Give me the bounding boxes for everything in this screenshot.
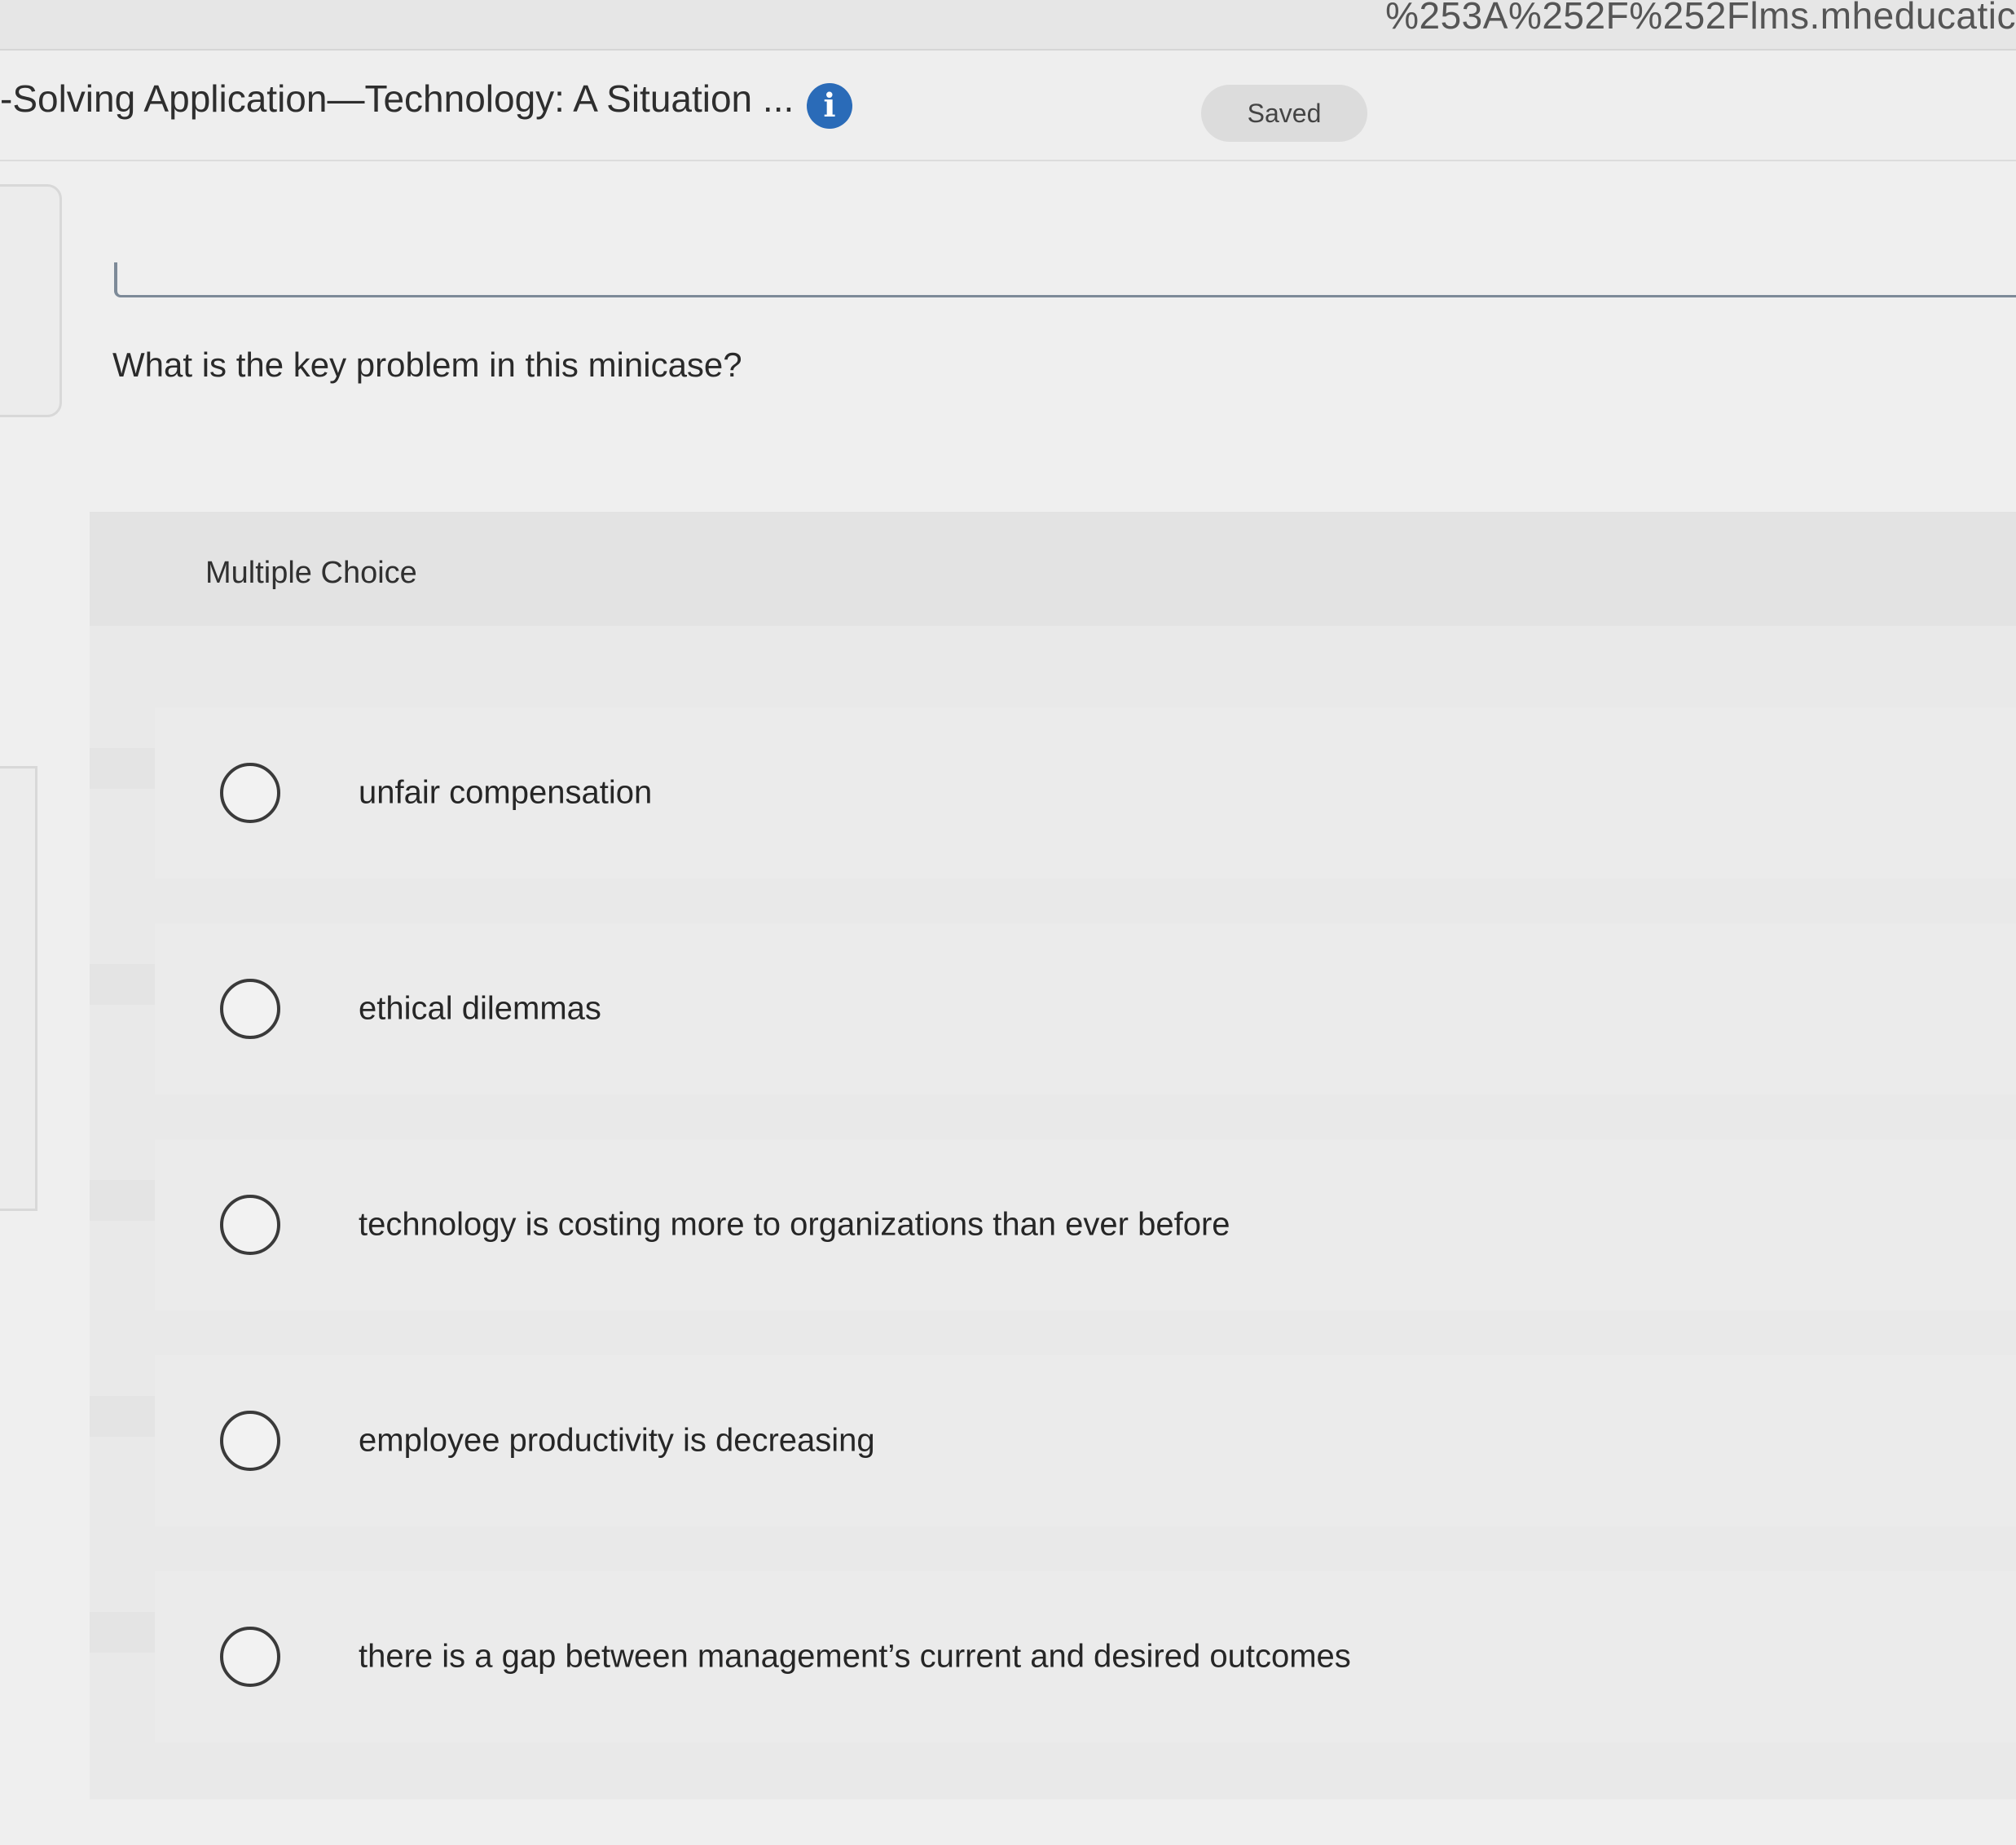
choice-option-label: unfair compensation xyxy=(359,774,653,811)
info-icon[interactable]: i xyxy=(807,83,852,129)
question-divider xyxy=(114,262,2016,297)
choice-option-5[interactable]: there is a gap between management’s curr… xyxy=(155,1571,2016,1742)
multiple-choice-header: Multiple Choice xyxy=(90,512,2016,626)
choice-option-label: there is a gap between management’s curr… xyxy=(359,1638,1351,1675)
choice-option-label: employee productivity is decreasing xyxy=(359,1422,875,1459)
assignment-header: -Solving Application—Technology: A Situa… xyxy=(0,51,2016,161)
left-panel-edge-lower xyxy=(0,766,37,1211)
url-text: %253A%252F%252Flms.mheducatic xyxy=(1385,0,2016,37)
choice-option-2[interactable]: ethical dilemmas xyxy=(155,923,2016,1094)
radio-button[interactable] xyxy=(220,1195,280,1255)
choice-option-1[interactable]: unfair compensation xyxy=(155,707,2016,878)
choice-option-label: technology is costing more to organizati… xyxy=(359,1206,1230,1243)
radio-button[interactable] xyxy=(220,763,280,823)
question-prompt: What is the key problem in this minicase… xyxy=(112,346,742,384)
browser-url-bar[interactable]: %253A%252F%252Flms.mheducatic xyxy=(0,0,2016,51)
assignment-title: -Solving Application—Technology: A Situa… xyxy=(0,77,795,120)
radio-button[interactable] xyxy=(220,1627,280,1687)
radio-button[interactable] xyxy=(220,979,280,1039)
radio-button[interactable] xyxy=(220,1411,280,1471)
choice-option-label: ethical dilemmas xyxy=(359,990,601,1027)
saved-status-badge: Saved xyxy=(1201,85,1367,142)
multiple-choice-label: Multiple Choice xyxy=(205,556,417,590)
left-panel-edge xyxy=(0,184,62,417)
choice-option-4[interactable]: employee productivity is decreasing xyxy=(155,1355,2016,1526)
choice-option-3[interactable]: technology is costing more to organizati… xyxy=(155,1139,2016,1310)
multiple-choice-panel: Multiple Choice unfair compensation ethi… xyxy=(90,512,2016,1799)
